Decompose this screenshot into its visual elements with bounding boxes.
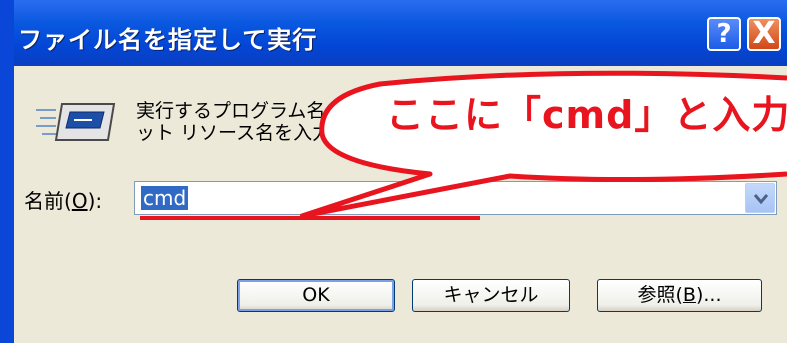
name-label-suffix: ):: [87, 189, 103, 213]
name-label: 名前(O):: [24, 185, 102, 214]
window-frame-left: [0, 0, 14, 343]
close-icon[interactable]: X: [747, 17, 781, 51]
name-input-value[interactable]: cmd: [141, 186, 189, 210]
title-bar[interactable]: ファイル名を指定して実行 ? X: [14, 0, 787, 66]
cancel-button[interactable]: キャンセル: [412, 279, 570, 312]
browse-label-accel: B: [682, 284, 696, 306]
run-program-icon: [34, 100, 116, 148]
name-label-accel: O: [71, 189, 88, 213]
input-underline-mark: [140, 216, 480, 220]
ok-button[interactable]: OK: [237, 279, 395, 312]
browse-label-suffix: )...: [695, 284, 722, 306]
browse-button[interactable]: 参照(B)...: [597, 279, 762, 312]
callout-text: ここに「cmd」と入力: [386, 93, 787, 137]
help-icon[interactable]: ?: [707, 17, 741, 51]
browse-label-prefix: 参照(: [637, 284, 683, 306]
window-title: ファイル名を指定して実行: [18, 26, 318, 54]
name-label-prefix: 名前(: [24, 189, 72, 213]
